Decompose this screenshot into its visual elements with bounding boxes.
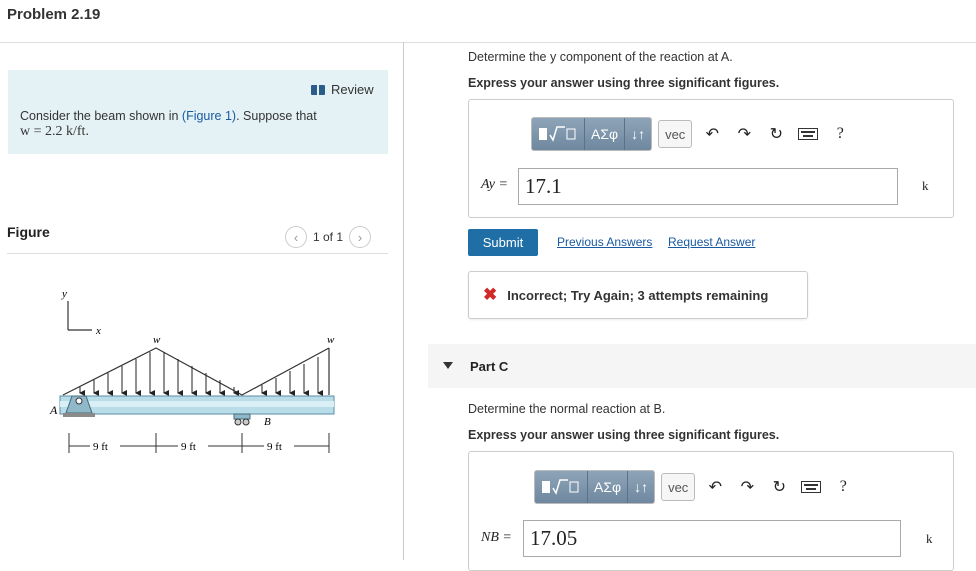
feedback-text: Incorrect; Try Again; 3 attempts remaini…	[507, 287, 769, 303]
next-figure-button[interactable]: ›	[349, 226, 372, 248]
part-b-question: Determine the y component of the reactio…	[468, 50, 733, 64]
review-link[interactable]: Review	[311, 82, 374, 97]
part-b-answer-input[interactable]: 17.1	[518, 168, 898, 205]
arrows-button[interactable]: ↓↑	[628, 471, 654, 503]
book-icon	[311, 84, 325, 95]
feedback-box: ✖ Incorrect; Try Again; 3 attempts remai…	[468, 271, 808, 319]
part-c-header[interactable]	[428, 344, 976, 388]
label-b: B	[264, 416, 271, 428]
part-b-unit: k	[922, 178, 929, 193]
label-a: A	[49, 403, 58, 417]
part-c-var-label: NB =	[481, 530, 512, 545]
problem-after-link: . Suppose that	[236, 109, 317, 123]
math-template-group: ΑΣφ ↓↑	[534, 470, 656, 504]
submit-button[interactable]: Submit	[468, 229, 538, 256]
dim-1: 9 ft	[93, 441, 108, 453]
figure-link[interactable]: (Figure 1)	[182, 109, 236, 123]
arrows-button[interactable]: ↓↑	[625, 118, 651, 150]
problem-intro: Consider the beam shown in	[20, 109, 182, 123]
dim-2: 9 ft	[181, 441, 196, 453]
part-c-answer-input[interactable]: 17.05	[523, 520, 901, 557]
redo-icon[interactable]: ↷	[731, 473, 763, 501]
load-label-w2: w	[327, 334, 335, 346]
redo-icon[interactable]: ↷	[728, 120, 760, 148]
problem-text: Consider the beam shown in (Figure 1). S…	[20, 109, 360, 139]
help-icon[interactable]: ?	[824, 120, 856, 148]
load-label-w1: w	[153, 334, 161, 346]
reset-icon[interactable]: ↻	[760, 120, 792, 148]
template-button[interactable]	[532, 118, 585, 150]
vec-button[interactable]: vec	[658, 120, 693, 148]
page-title: Problem 2.19	[7, 6, 101, 23]
beam-diagram: y x w w A B 9 ft 9 ft 9 ft	[49, 288, 335, 453]
keyboard-icon[interactable]	[795, 473, 827, 501]
help-icon[interactable]: ?	[827, 473, 859, 501]
undo-icon[interactable]: ↶	[696, 120, 728, 148]
prev-figure-button[interactable]: ‹	[285, 226, 307, 248]
radical-fraction-icon	[542, 479, 579, 495]
roller-support-b	[233, 413, 251, 420]
load-arrows	[79, 352, 323, 396]
part-b-var-label: Ay =	[481, 177, 508, 192]
figure-pager: ‹ 1 of 1 ›	[285, 226, 372, 248]
pager-text: 1 of 1	[313, 230, 344, 244]
w-expression: w = 2.2 k/ft.	[20, 124, 89, 139]
part-c-instruction: Express your answer using three signific…	[468, 428, 780, 442]
figure-divider	[7, 253, 388, 254]
previous-answers-link[interactable]: Previous Answers	[557, 235, 652, 249]
math-template-group: ΑΣφ ↓↑	[531, 117, 653, 151]
request-answer-link[interactable]: Request Answer	[668, 235, 755, 249]
load-outline	[62, 347, 330, 396]
y-axis-label: y	[61, 288, 67, 300]
review-label: Review	[331, 82, 374, 97]
radical-fraction-icon	[539, 126, 576, 142]
figure-heading: Figure	[7, 224, 50, 240]
error-icon: ✖	[483, 285, 498, 304]
part-c-unit: k	[926, 531, 933, 546]
part-c-question: Determine the normal reaction at B.	[468, 402, 666, 416]
greek-button[interactable]: ΑΣφ	[588, 471, 629, 503]
greek-button[interactable]: ΑΣφ	[585, 118, 626, 150]
collapse-triangle-icon[interactable]	[443, 362, 453, 369]
part-b-instruction: Express your answer using three signific…	[468, 76, 780, 90]
reset-icon[interactable]: ↻	[763, 473, 795, 501]
vec-button[interactable]: vec	[661, 473, 696, 501]
keyboard-icon[interactable]	[792, 120, 824, 148]
undo-icon[interactable]: ↶	[699, 473, 731, 501]
part-c-label[interactable]: Part C	[470, 359, 508, 374]
dim-3: 9 ft	[267, 441, 282, 453]
column-divider	[403, 42, 404, 560]
part-b-toolbar: ΑΣφ ↓↑ vec ↶ ↷ ↻ ?	[531, 117, 856, 151]
x-axis-label: x	[95, 325, 101, 337]
part-c-toolbar: ΑΣφ ↓↑ vec ↶ ↷ ↻ ?	[534, 470, 859, 504]
template-button[interactable]	[535, 471, 588, 503]
header-divider	[0, 42, 976, 43]
